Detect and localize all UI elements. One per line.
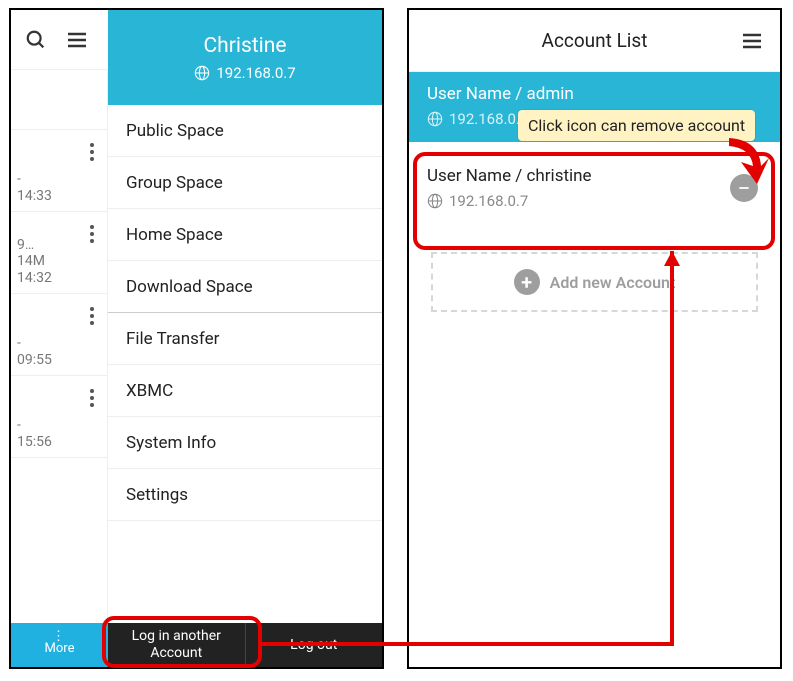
menu-xbmc[interactable]: XBMC bbox=[108, 365, 382, 417]
menu-public-space[interactable]: Public Space bbox=[108, 105, 382, 157]
list-item[interactable]: -15:56 bbox=[11, 376, 107, 458]
list-item[interactable]: -14:33 bbox=[11, 130, 107, 212]
account-name: User Name / admin bbox=[427, 84, 762, 104]
menu-file-transfer[interactable]: File Transfer bbox=[108, 313, 382, 365]
menu-download-space[interactable]: Download Space bbox=[108, 261, 382, 313]
item-meta: - bbox=[17, 335, 52, 352]
list-item[interactable] bbox=[11, 70, 107, 130]
account-list-topbar: Account List bbox=[409, 10, 780, 72]
more-vert-icon[interactable] bbox=[89, 142, 95, 162]
menu-system-info[interactable]: System Info bbox=[108, 417, 382, 469]
remove-account-icon[interactable] bbox=[730, 174, 758, 202]
item-meta: - bbox=[17, 417, 52, 434]
item-time: 14:33 bbox=[17, 188, 52, 205]
more-vert-icon[interactable] bbox=[89, 224, 95, 244]
menu-home-space[interactable]: Home Space bbox=[108, 209, 382, 261]
more-label: More bbox=[45, 641, 75, 656]
item-meta: - bbox=[17, 171, 52, 188]
item-time: 09:55 bbox=[17, 352, 52, 369]
account-item-active[interactable]: User Name / admin 192.168.0.7 bbox=[409, 72, 780, 142]
account-ip: 192.168.0.7 bbox=[427, 192, 762, 210]
account-ip: 192.168.0.7 bbox=[427, 110, 762, 128]
list-item[interactable]: 9…14M14:32 bbox=[11, 212, 107, 294]
current-user-name: Christine bbox=[203, 34, 286, 58]
plus-icon: + bbox=[514, 269, 540, 295]
current-ip: 192.168.0.7 bbox=[194, 64, 295, 82]
drawer-footer: Log in another Account Log out bbox=[108, 623, 382, 667]
item-time: 14:32 bbox=[17, 270, 52, 287]
hamburger-icon[interactable] bbox=[740, 29, 764, 53]
more-vert-icon[interactable] bbox=[89, 388, 95, 408]
item-meta: 9… bbox=[17, 237, 52, 254]
ip-text: 192.168.0.7 bbox=[216, 64, 295, 82]
logout-button[interactable]: Log out bbox=[245, 623, 383, 667]
item-size: 14M bbox=[17, 253, 52, 270]
phone-right: Account List User Name / admin 192.168.0… bbox=[407, 8, 782, 669]
left-topbar bbox=[11, 10, 108, 70]
menu-settings[interactable]: Settings bbox=[108, 469, 382, 521]
more-button[interactable]: ⋮ More bbox=[11, 623, 108, 667]
page-title: Account List bbox=[542, 29, 648, 52]
add-account-label: Add new Account bbox=[550, 273, 676, 292]
menu-group-space[interactable]: Group Space bbox=[108, 157, 382, 209]
account-item-inactive[interactable]: User Name / christine 192.168.0.7 bbox=[409, 142, 780, 234]
hamburger-icon[interactable] bbox=[65, 28, 89, 52]
drawer-header: Christine 192.168.0.7 bbox=[108, 10, 382, 105]
search-icon[interactable] bbox=[25, 29, 47, 51]
phone-left: -14:33 9…14M14:32 -09:55 -15:56 ⋮ More C… bbox=[9, 8, 384, 669]
item-time: 15:56 bbox=[17, 434, 52, 451]
nav-drawer: Christine 192.168.0.7 Public Space Group… bbox=[108, 10, 382, 667]
more-vert-icon[interactable] bbox=[89, 306, 95, 326]
login-another-account-button[interactable]: Log in another Account bbox=[108, 623, 245, 667]
list-item[interactable]: -09:55 bbox=[11, 294, 107, 376]
add-new-account-button[interactable]: + Add new Account bbox=[431, 252, 758, 312]
drawer-menu: Public Space Group Space Home Space Down… bbox=[108, 105, 382, 623]
file-list-partial: -14:33 9…14M14:32 -09:55 -15:56 bbox=[11, 70, 108, 625]
account-name: User Name / christine bbox=[427, 166, 762, 186]
